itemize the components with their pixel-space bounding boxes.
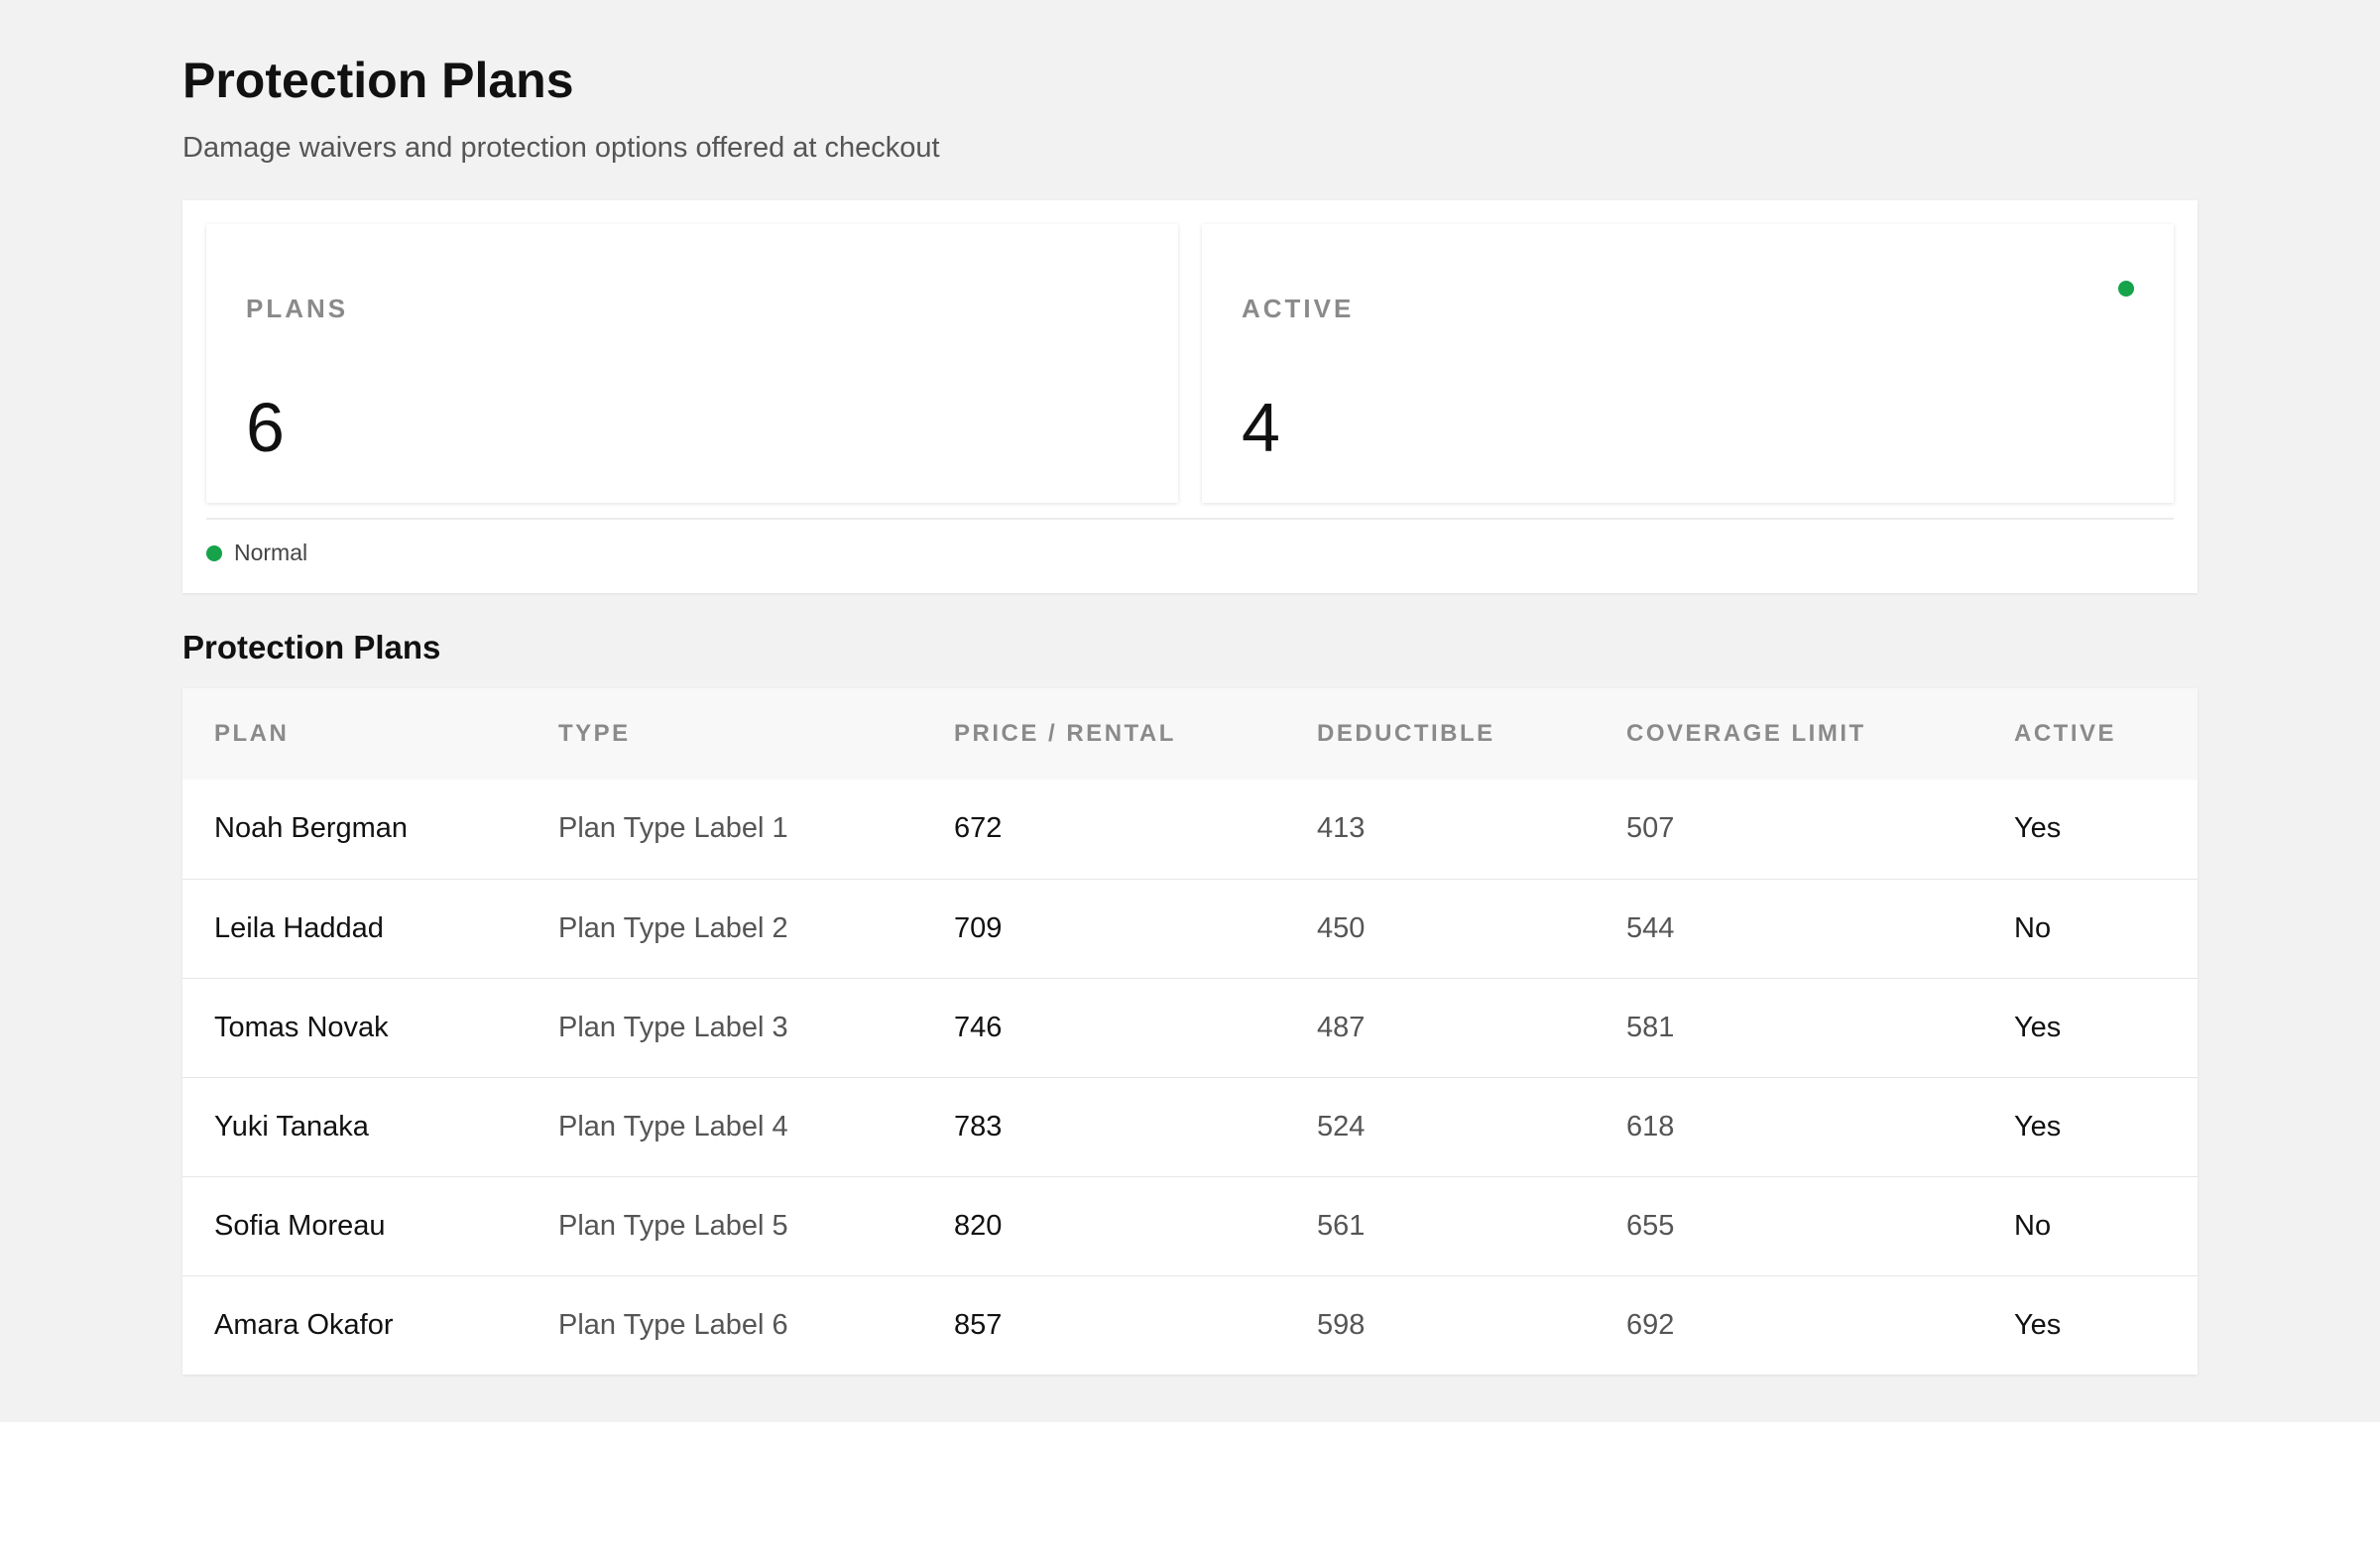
column-header-active[interactable]: ACTIVE xyxy=(1982,688,2198,780)
cell-type: Plan Type Label 3 xyxy=(558,1011,788,1043)
stat-card-plans: PLANS 6 xyxy=(206,224,1178,503)
cell-price: 857 xyxy=(954,1308,1003,1341)
cell-coverage-limit: 544 xyxy=(1626,911,1675,944)
cell-price: 783 xyxy=(954,1110,1003,1142)
cell-price: 672 xyxy=(954,812,1003,845)
column-header-price[interactable]: PRICE / RENTAL xyxy=(922,688,1285,780)
table-row[interactable]: Noah Bergman Plan Type Label 1 672 413 5… xyxy=(182,780,2198,879)
cell-plan: Sofia Moreau xyxy=(214,1209,386,1242)
table-header-row: PLAN TYPE PRICE / RENTAL DEDUCTIBLE COVE… xyxy=(182,688,2198,780)
cell-type: Plan Type Label 1 xyxy=(558,812,788,845)
plans-table: PLAN TYPE PRICE / RENTAL DEDUCTIBLE COVE… xyxy=(182,688,2198,1375)
cell-coverage-limit: 618 xyxy=(1626,1110,1675,1142)
cell-price: 820 xyxy=(954,1209,1003,1242)
column-header-deductible[interactable]: DEDUCTIBLE xyxy=(1285,688,1595,780)
legend-label: Normal xyxy=(234,540,308,565)
table-row[interactable]: Yuki Tanaka Plan Type Label 4 783 524 61… xyxy=(182,1077,2198,1176)
cell-coverage-limit: 581 xyxy=(1626,1011,1675,1043)
page-background: Protection Plans Damage waivers and prot… xyxy=(0,0,2380,1422)
cell-price: 746 xyxy=(954,1011,1003,1043)
table-row[interactable]: Amara Okafor Plan Type Label 6 857 598 6… xyxy=(182,1275,2198,1375)
cell-coverage-limit: 655 xyxy=(1626,1209,1675,1242)
cell-active: Yes xyxy=(2014,1011,2062,1043)
cell-active: Yes xyxy=(2014,1308,2062,1341)
cell-deductible: 561 xyxy=(1317,1209,1366,1242)
cell-active: Yes xyxy=(2014,812,2062,845)
status-dot-icon xyxy=(206,544,222,561)
table-row[interactable]: Sofia Moreau Plan Type Label 5 820 561 6… xyxy=(182,1176,2198,1275)
stat-card-active: ACTIVE 4 xyxy=(1202,224,2174,503)
cell-coverage-limit: 507 xyxy=(1626,812,1675,845)
stat-label: ACTIVE xyxy=(1242,294,1355,323)
cell-type: Plan Type Label 2 xyxy=(558,911,788,944)
status-dot-icon xyxy=(2118,281,2134,297)
cell-active: No xyxy=(2014,1209,2052,1242)
cell-plan: Yuki Tanaka xyxy=(214,1110,369,1142)
column-header-coverage-limit[interactable]: COVERAGE LIMIT xyxy=(1595,688,1982,780)
stat-value: 4 xyxy=(1242,389,1280,466)
cell-type: Plan Type Label 5 xyxy=(558,1209,788,1242)
cell-price: 709 xyxy=(954,911,1003,944)
table-row[interactable]: Tomas Novak Plan Type Label 3 746 487 58… xyxy=(182,978,2198,1077)
page-title: Protection Plans xyxy=(182,53,574,108)
divider xyxy=(206,518,2174,520)
cell-coverage-limit: 692 xyxy=(1626,1308,1675,1341)
cell-active: Yes xyxy=(2014,1110,2062,1142)
cell-deductible: 450 xyxy=(1317,911,1366,944)
table-row[interactable]: Leila Haddad Plan Type Label 2 709 450 5… xyxy=(182,879,2198,978)
status-legend: Normal xyxy=(206,540,307,566)
cell-plan: Leila Haddad xyxy=(214,911,384,944)
cell-plan: Amara Okafor xyxy=(214,1308,394,1341)
cell-deductible: 413 xyxy=(1317,812,1366,845)
cell-deductible: 487 xyxy=(1317,1011,1366,1043)
summary-panel: PLANS 6 ACTIVE 4 Normal xyxy=(182,200,2198,593)
cell-deductible: 598 xyxy=(1317,1308,1366,1341)
column-header-plan[interactable]: PLAN xyxy=(182,688,527,780)
column-header-type[interactable]: TYPE xyxy=(527,688,922,780)
cell-type: Plan Type Label 4 xyxy=(558,1110,788,1142)
stat-label: PLANS xyxy=(246,294,349,323)
cell-deductible: 524 xyxy=(1317,1110,1366,1142)
cell-active: No xyxy=(2014,911,2052,944)
cell-type: Plan Type Label 6 xyxy=(558,1308,788,1341)
cell-plan: Noah Bergman xyxy=(214,812,409,845)
cell-plan: Tomas Novak xyxy=(214,1011,389,1043)
stat-value: 6 xyxy=(246,389,285,466)
section-title: Protection Plans xyxy=(182,629,441,665)
page-subtitle: Damage waivers and protection options of… xyxy=(182,132,940,164)
plans-table-panel: PLAN TYPE PRICE / RENTAL DEDUCTIBLE COVE… xyxy=(182,688,2198,1375)
